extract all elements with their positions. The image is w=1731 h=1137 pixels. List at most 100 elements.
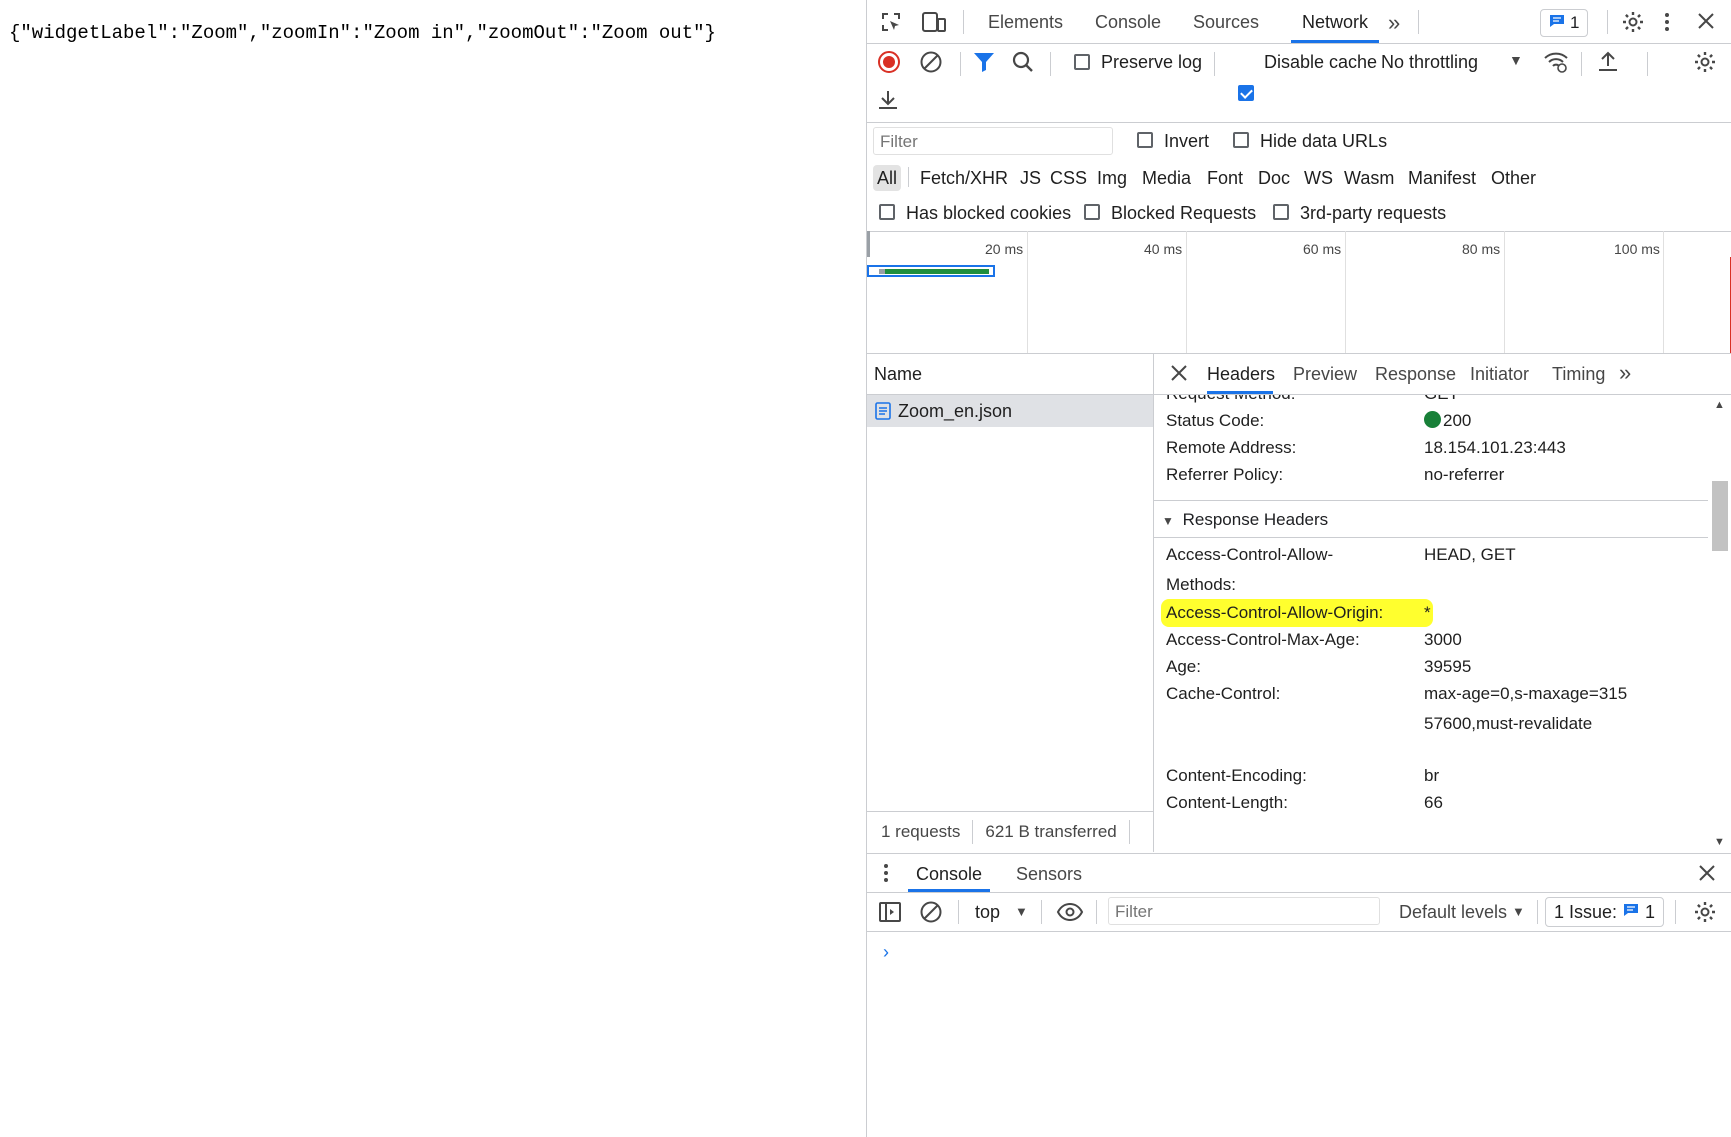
- console-issues-button[interactable]: 1 Issue: 1: [1545, 897, 1665, 927]
- export-har-icon[interactable]: [877, 88, 899, 112]
- type-manifest[interactable]: Manifest: [1408, 165, 1476, 191]
- chevron-double-right-icon[interactable]: »: [1388, 10, 1400, 36]
- response-headers-section[interactable]: ▼ Response Headers: [1154, 500, 1708, 538]
- third-party-requests-checkbox[interactable]: [1273, 204, 1289, 220]
- tab-timing[interactable]: Timing: [1552, 354, 1605, 394]
- tab-initiator[interactable]: Initiator: [1470, 354, 1529, 394]
- request-name: Zoom_en.json: [898, 401, 1013, 421]
- log-levels-select[interactable]: Default levels: [1399, 902, 1507, 923]
- response-header-row: Cache-Control: max-age=0,s-maxage=315576…: [1166, 684, 1628, 733]
- tab-preview[interactable]: Preview: [1293, 354, 1357, 394]
- headers-content: Request Method: GET Status Code: 200 Rem…: [1154, 395, 1708, 852]
- type-css[interactable]: CSS: [1050, 165, 1087, 191]
- filter-funnel-icon[interactable]: [973, 50, 995, 74]
- scroll-down-icon[interactable]: ▼: [1714, 836, 1725, 848]
- disable-cache-checkbox[interactable]: [1238, 85, 1254, 101]
- type-font[interactable]: Font: [1207, 165, 1243, 191]
- type-other[interactable]: Other: [1491, 165, 1536, 191]
- network-summary: 1 requests 621 B transferred: [867, 811, 1153, 852]
- type-media[interactable]: Media: [1142, 165, 1191, 191]
- sidebar-toggle-icon[interactable]: [878, 900, 902, 924]
- scrollbar-thumb[interactable]: [1712, 481, 1728, 551]
- dropdown-arrow-icon[interactable]: ▼: [1015, 904, 1028, 919]
- tab-network[interactable]: Network: [1291, 0, 1379, 43]
- kebab-menu-icon[interactable]: [1661, 10, 1673, 34]
- issues-count: 1: [1570, 13, 1580, 32]
- chevron-double-right-icon[interactable]: »: [1619, 360, 1631, 386]
- preserve-log-label: Preserve log: [1101, 52, 1203, 72]
- third-party-requests-label: 3rd-party requests: [1300, 203, 1447, 223]
- message-icon: [1623, 902, 1639, 923]
- name-column-header[interactable]: Name: [867, 354, 1153, 395]
- tab-console[interactable]: Console: [1095, 0, 1161, 43]
- tick-label: 20 ms: [985, 241, 1024, 257]
- search-icon[interactable]: [1011, 50, 1035, 74]
- dropdown-arrow-icon[interactable]: ▼: [1509, 52, 1523, 68]
- clear-console-icon[interactable]: [919, 900, 943, 924]
- invert-label: Invert: [1164, 131, 1210, 151]
- blocked-requests-checkbox[interactable]: [1084, 204, 1100, 220]
- drawer-tab-sensors[interactable]: Sensors: [1016, 854, 1082, 892]
- request-count: 1 requests: [881, 822, 961, 841]
- scroll-up-icon[interactable]: ▲: [1714, 399, 1725, 411]
- eye-icon[interactable]: [1056, 901, 1084, 923]
- tab-headers[interactable]: Headers: [1207, 354, 1275, 394]
- request-row[interactable]: Zoom_en.json: [867, 395, 1153, 427]
- triangle-down-icon: ▼: [1162, 514, 1174, 528]
- tab-response[interactable]: Response: [1375, 354, 1456, 394]
- request-details: Headers Preview Response Initiator Timin…: [1154, 354, 1731, 852]
- response-header-row: Content-Encoding: br: [1166, 766, 1440, 785]
- settings-gear-icon[interactable]: [1621, 10, 1645, 34]
- clear-icon[interactable]: [919, 50, 943, 74]
- device-toolbar-icon[interactable]: [921, 10, 947, 34]
- type-img[interactable]: Img: [1097, 165, 1127, 191]
- filter-input[interactable]: Filter: [873, 127, 1113, 155]
- issues-label: 1 Issue:: [1554, 901, 1618, 922]
- timeline-selection[interactable]: [867, 265, 995, 277]
- type-ws[interactable]: WS: [1304, 165, 1333, 191]
- page-viewport: {"widgetLabel":"Zoom","zoomIn":"Zoom in"…: [0, 0, 865, 1137]
- has-blocked-cookies-checkbox[interactable]: [879, 204, 895, 220]
- tab-elements[interactable]: Elements: [988, 0, 1063, 43]
- drawer-menu-icon[interactable]: [881, 862, 891, 884]
- invert-checkbox[interactable]: [1137, 132, 1153, 148]
- close-drawer-icon[interactable]: [1697, 863, 1717, 883]
- throttling-select[interactable]: No throttling: [1381, 52, 1478, 73]
- inspect-element-icon[interactable]: [879, 10, 903, 34]
- close-devtools-icon[interactable]: [1695, 10, 1717, 32]
- details-scrollbar[interactable]: ▲ ▼: [1708, 395, 1731, 852]
- response-header-row-highlighted: Access-Control-Allow-Origin: *: [1166, 603, 1431, 622]
- network-conditions-icon[interactable]: [1543, 50, 1569, 74]
- network-settings-gear-icon[interactable]: [1693, 50, 1717, 74]
- preserve-log-checkbox[interactable]: [1074, 54, 1090, 70]
- hide-data-urls-label: Hide data URLs: [1260, 131, 1388, 151]
- drawer-tabbar: Console Sensors: [867, 854, 1731, 893]
- tab-sources[interactable]: Sources: [1193, 0, 1259, 43]
- issues-counter-button[interactable]: 1: [1540, 9, 1589, 37]
- devtools-topbar: Elements Console Sources Network » 1: [867, 0, 1731, 44]
- console-filter-input[interactable]: Filter: [1108, 897, 1380, 925]
- status-code: 200: [1443, 411, 1472, 430]
- general-row: Referrer Policy: no-referrer: [1166, 465, 1505, 484]
- type-all[interactable]: All: [873, 165, 902, 191]
- console-drawer: Console Sensors top ▼ Filter Default lev…: [867, 853, 1731, 1137]
- context-select[interactable]: top: [975, 902, 1000, 923]
- tick-label: 100 ms: [1614, 241, 1660, 257]
- dropdown-arrow-icon[interactable]: ▼: [1512, 904, 1525, 919]
- console-settings-gear-icon[interactable]: [1693, 900, 1717, 924]
- transferred-size: 621 B transferred: [985, 822, 1117, 841]
- close-details-icon[interactable]: [1169, 363, 1189, 383]
- type-wasm[interactable]: Wasm: [1344, 165, 1394, 191]
- status-dot-icon: [1424, 411, 1441, 428]
- console-prompt-icon[interactable]: ›: [883, 942, 889, 963]
- type-js[interactable]: JS: [1020, 165, 1041, 191]
- import-har-icon[interactable]: [1597, 50, 1619, 74]
- hide-data-urls-checkbox[interactable]: [1233, 132, 1249, 148]
- message-icon: [1549, 13, 1565, 34]
- timeline-overview[interactable]: 20 ms 40 ms 60 ms 80 ms 100 ms: [867, 231, 1731, 354]
- record-stop-icon[interactable]: [877, 50, 901, 74]
- type-doc[interactable]: Doc: [1258, 165, 1290, 191]
- type-fetch-xhr[interactable]: Fetch/XHR: [920, 165, 1008, 191]
- drawer-tab-console[interactable]: Console: [908, 854, 990, 892]
- blocked-filter-row: Has blocked cookies Blocked Requests 3rd…: [867, 195, 1731, 232]
